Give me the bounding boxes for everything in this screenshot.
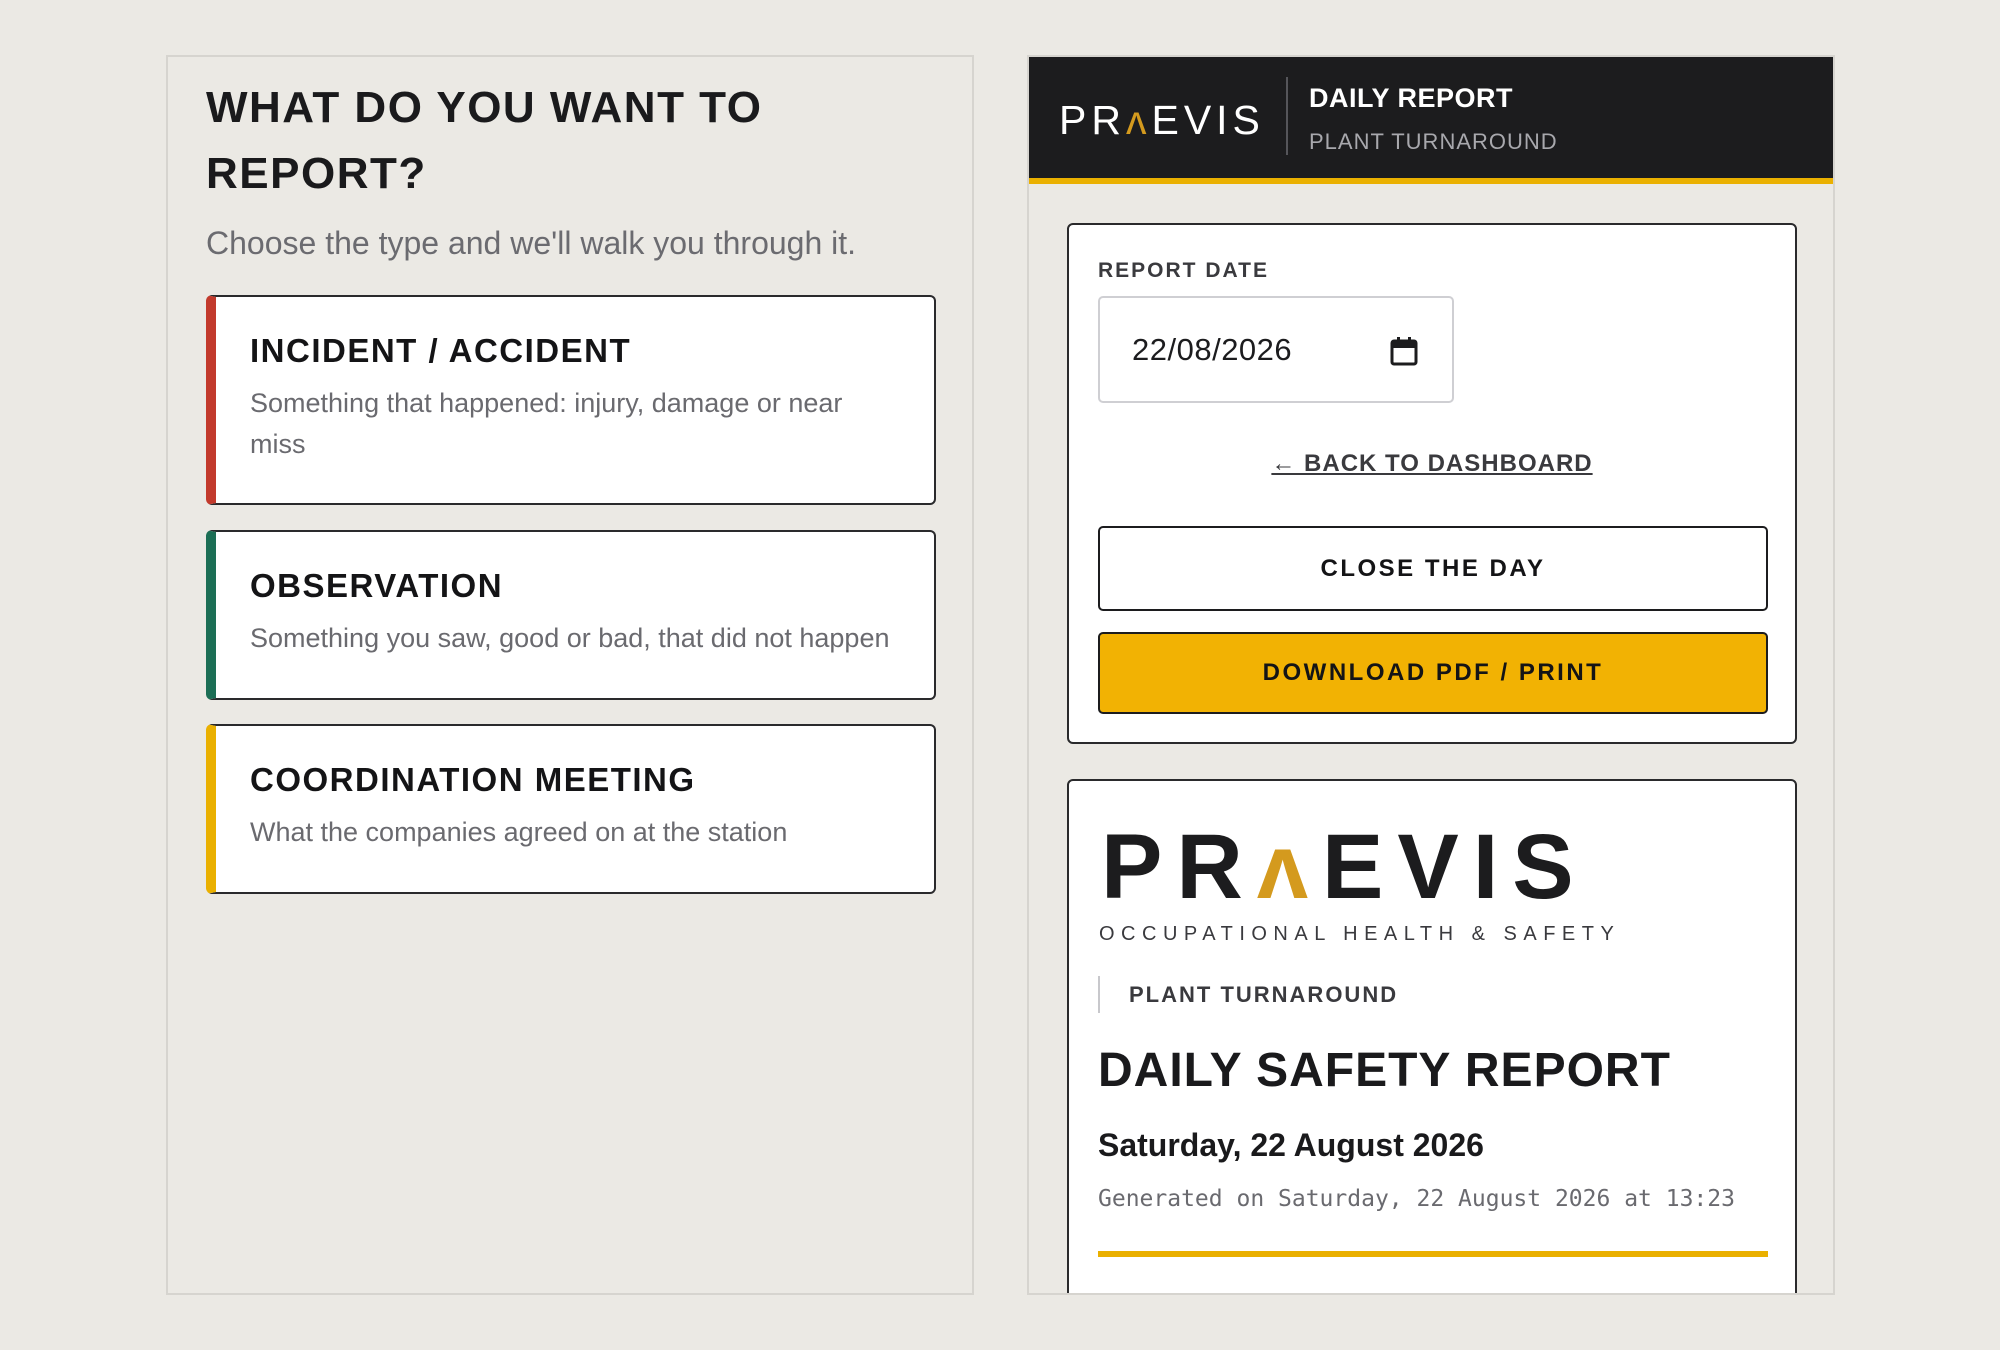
option-coordination-meeting[interactable]: COORDINATION MEETING What the companies … [206, 724, 936, 894]
option-title: COORDINATION MEETING [250, 761, 696, 798]
report-date-input[interactable]: 22/08/2026 [1098, 296, 1454, 403]
page-title: WHAT DO YOU WANT TO REPORT? [206, 83, 763, 198]
header-divider [1286, 77, 1288, 155]
option-description: Something that happened: injury, damage … [250, 388, 843, 459]
header-title: DAILY REPORT [1309, 83, 1514, 113]
option-incident-accident[interactable]: INCIDENT / ACCIDENT Something that happe… [206, 295, 936, 505]
daily-report-panel: PRʌEVIS DAILY REPORT PLANT TURNAROUND RE… [1027, 55, 1835, 1295]
report-date-heading: Saturday, 22 August 2026 [1098, 1127, 1484, 1163]
report-divider [1098, 1251, 1768, 1257]
report-title: DAILY SAFETY REPORT [1098, 1044, 1671, 1097]
option-title: INCIDENT / ACCIDENT [250, 332, 632, 369]
back-to-dashboard-link[interactable]: ← BACK TO DASHBOARD [1069, 450, 1795, 478]
brand-logo: PRʌEVIS [1059, 97, 1265, 143]
option-title: OBSERVATION [250, 567, 504, 604]
report-site-tag: PLANT TURNAROUND [1098, 976, 1398, 1013]
report-brand-logo: PRʌEVIS [1101, 816, 1588, 918]
report-brand-tagline: OCCUPATIONAL HEALTH & SAFETY [1099, 923, 1621, 945]
report-type-panel: WHAT DO YOU WANT TO REPORT? Choose the t… [166, 55, 974, 1295]
report-date-label: REPORT DATE [1098, 259, 1269, 282]
report-preview: PRʌEVIS OCCUPATIONAL HEALTH & SAFETY PLA… [1067, 779, 1797, 1293]
header-subtitle: PLANT TURNAROUND [1309, 129, 1558, 154]
option-description: Something you saw, good or bad, that did… [250, 623, 890, 653]
app-header: PRʌEVIS DAILY REPORT PLANT TURNAROUND [1029, 57, 1833, 184]
close-day-button[interactable]: CLOSE THE DAY [1098, 526, 1768, 611]
page-subtitle: Choose the type and we'll walk you throu… [206, 225, 857, 261]
download-pdf-button[interactable]: DOWNLOAD PDF / PRINT [1098, 632, 1768, 714]
option-description: What the companies agreed on at the stat… [250, 817, 788, 847]
calendar-icon[interactable] [1390, 336, 1418, 366]
report-date-value: 22/08/2026 [1132, 331, 1293, 367]
report-generated-timestamp: Generated on Saturday, 22 August 2026 at… [1098, 1186, 1735, 1212]
report-controls-card: REPORT DATE 22/08/2026 ← BACK TO DASHBOA… [1067, 223, 1797, 744]
option-observation[interactable]: OBSERVATION Something you saw, good or b… [206, 530, 936, 700]
